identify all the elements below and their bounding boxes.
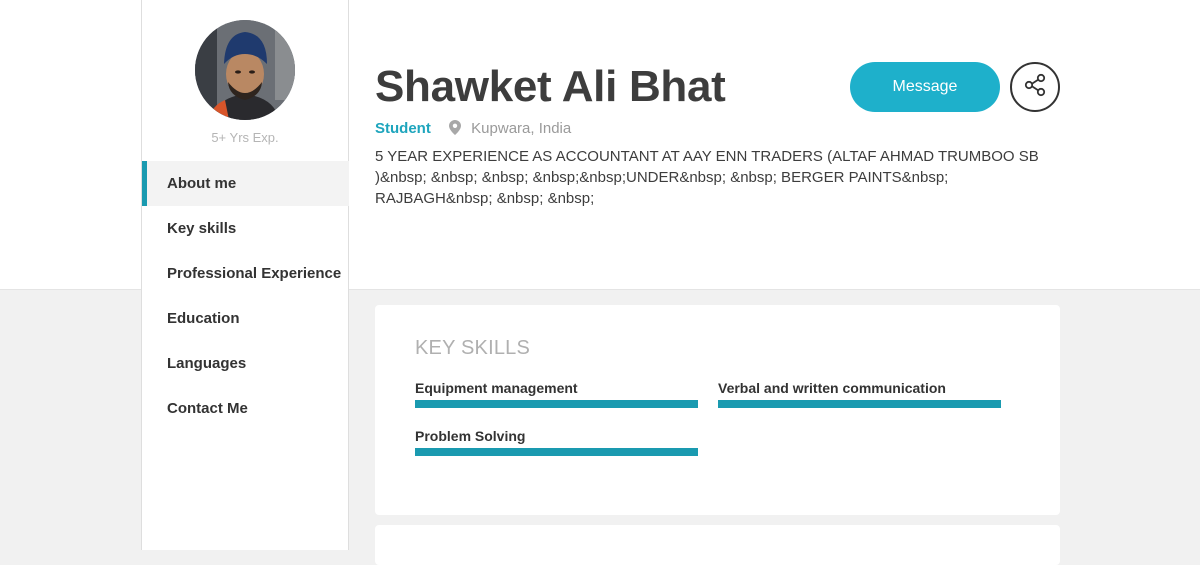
- skill-bar-fill: [415, 400, 698, 408]
- sidebar-item-about-me[interactable]: About me: [142, 161, 349, 206]
- profile-name: Shawket Ali Bhat: [375, 62, 726, 111]
- skill-bar-fill: [718, 400, 1001, 408]
- skill-item: Equipment management: [415, 378, 698, 408]
- skill-bar-fill: [415, 448, 698, 456]
- key-skills-title: KEY SKILLS: [415, 337, 531, 359]
- skill-item: Problem Solving: [415, 426, 698, 456]
- avatar: [195, 20, 295, 120]
- skill-name: Equipment management: [415, 380, 578, 396]
- skill-bar: [718, 400, 1001, 408]
- profile-bio: 5 YEAR EXPERIENCE AS ACCOUNTANT AT AAY E…: [375, 148, 1039, 207]
- sidebar: 5+ Yrs Exp. About me Key skills Professi…: [141, 0, 349, 550]
- role-label: Student: [375, 120, 431, 137]
- experience-label: 5+ Yrs Exp.: [211, 130, 279, 145]
- message-button[interactable]: Message: [850, 62, 1000, 112]
- sidebar-nav: About me Key skills Professional Experie…: [142, 161, 349, 431]
- sidebar-item-languages[interactable]: Languages: [142, 341, 349, 386]
- sidebar-item-professional-experience[interactable]: Professional Experience: [142, 251, 349, 296]
- sidebar-item-contact-me[interactable]: Contact Me: [142, 386, 349, 431]
- sidebar-item-key-skills[interactable]: Key skills: [142, 206, 349, 251]
- next-section-card: [375, 525, 1060, 565]
- skill-bar: [415, 448, 698, 456]
- location-pin-icon: [449, 120, 461, 139]
- key-skills-card: KEY SKILLS Equipment management Verbal a…: [375, 305, 1060, 515]
- location-label: Kupwara, India: [471, 120, 572, 137]
- skill-name: Problem Solving: [415, 428, 526, 444]
- share-button[interactable]: [1010, 62, 1060, 112]
- skill-bar: [415, 400, 698, 408]
- skill-name: Verbal and written communication: [718, 380, 946, 396]
- share-icon: [1023, 73, 1047, 102]
- sidebar-item-education[interactable]: Education: [142, 296, 349, 341]
- skill-item: Verbal and written communication: [718, 378, 1001, 408]
- role-location-line: Student Kupwara, India: [375, 120, 571, 140]
